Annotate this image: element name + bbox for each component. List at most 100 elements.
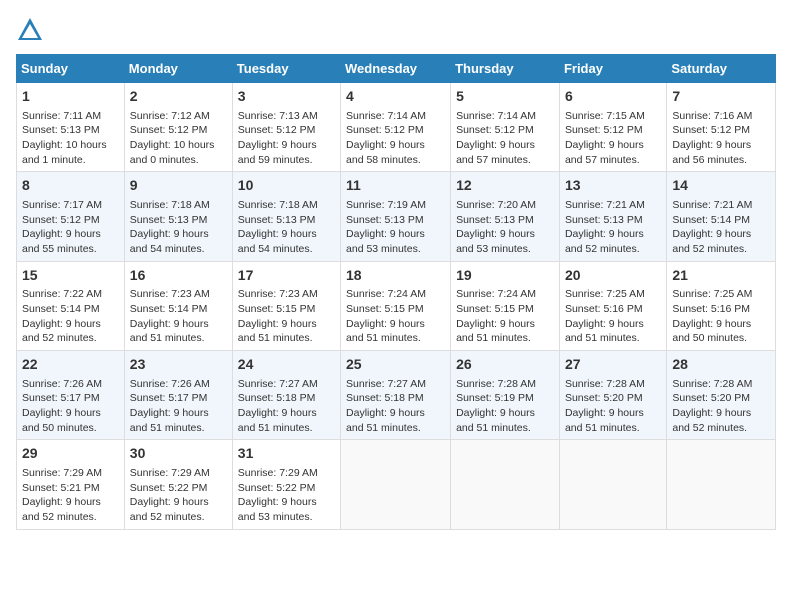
calendar-cell: 14Sunrise: 7:21 AM Sunset: 5:14 PM Dayli…: [667, 172, 776, 261]
day-number: 17: [238, 266, 335, 286]
calendar-cell: 27Sunrise: 7:28 AM Sunset: 5:20 PM Dayli…: [559, 351, 666, 440]
logo: [16, 16, 48, 44]
weekday-header-thursday: Thursday: [451, 55, 560, 83]
calendar-cell: 13Sunrise: 7:21 AM Sunset: 5:13 PM Dayli…: [559, 172, 666, 261]
day-info: Sunrise: 7:23 AM Sunset: 5:14 PM Dayligh…: [130, 287, 227, 346]
day-number: 16: [130, 266, 227, 286]
day-info: Sunrise: 7:29 AM Sunset: 5:22 PM Dayligh…: [130, 466, 227, 525]
calendar-cell: 22Sunrise: 7:26 AM Sunset: 5:17 PM Dayli…: [17, 351, 125, 440]
day-info: Sunrise: 7:21 AM Sunset: 5:14 PM Dayligh…: [672, 198, 770, 257]
calendar-cell: [451, 440, 560, 529]
calendar-week-row: 8Sunrise: 7:17 AM Sunset: 5:12 PM Daylig…: [17, 172, 776, 261]
day-number: 31: [238, 444, 335, 464]
calendar-header-row: SundayMondayTuesdayWednesdayThursdayFrid…: [17, 55, 776, 83]
day-info: Sunrise: 7:14 AM Sunset: 5:12 PM Dayligh…: [456, 109, 554, 168]
day-number: 14: [672, 176, 770, 196]
day-info: Sunrise: 7:17 AM Sunset: 5:12 PM Dayligh…: [22, 198, 119, 257]
page-header: [16, 16, 776, 44]
day-number: 9: [130, 176, 227, 196]
calendar-table: SundayMondayTuesdayWednesdayThursdayFrid…: [16, 54, 776, 530]
calendar-cell: 15Sunrise: 7:22 AM Sunset: 5:14 PM Dayli…: [17, 261, 125, 350]
calendar-cell: 16Sunrise: 7:23 AM Sunset: 5:14 PM Dayli…: [124, 261, 232, 350]
calendar-cell: 26Sunrise: 7:28 AM Sunset: 5:19 PM Dayli…: [451, 351, 560, 440]
calendar-cell: 23Sunrise: 7:26 AM Sunset: 5:17 PM Dayli…: [124, 351, 232, 440]
calendar-week-row: 29Sunrise: 7:29 AM Sunset: 5:21 PM Dayli…: [17, 440, 776, 529]
calendar-cell: 11Sunrise: 7:19 AM Sunset: 5:13 PM Dayli…: [341, 172, 451, 261]
calendar-cell: 8Sunrise: 7:17 AM Sunset: 5:12 PM Daylig…: [17, 172, 125, 261]
day-number: 3: [238, 87, 335, 107]
calendar-week-row: 15Sunrise: 7:22 AM Sunset: 5:14 PM Dayli…: [17, 261, 776, 350]
weekday-header-monday: Monday: [124, 55, 232, 83]
day-number: 10: [238, 176, 335, 196]
calendar-cell: 21Sunrise: 7:25 AM Sunset: 5:16 PM Dayli…: [667, 261, 776, 350]
day-info: Sunrise: 7:24 AM Sunset: 5:15 PM Dayligh…: [456, 287, 554, 346]
day-info: Sunrise: 7:18 AM Sunset: 5:13 PM Dayligh…: [238, 198, 335, 257]
day-info: Sunrise: 7:18 AM Sunset: 5:13 PM Dayligh…: [130, 198, 227, 257]
calendar-week-row: 1Sunrise: 7:11 AM Sunset: 5:13 PM Daylig…: [17, 83, 776, 172]
day-info: Sunrise: 7:13 AM Sunset: 5:12 PM Dayligh…: [238, 109, 335, 168]
calendar-cell: 29Sunrise: 7:29 AM Sunset: 5:21 PM Dayli…: [17, 440, 125, 529]
day-info: Sunrise: 7:26 AM Sunset: 5:17 PM Dayligh…: [130, 377, 227, 436]
day-number: 4: [346, 87, 445, 107]
day-info: Sunrise: 7:23 AM Sunset: 5:15 PM Dayligh…: [238, 287, 335, 346]
day-number: 24: [238, 355, 335, 375]
day-number: 19: [456, 266, 554, 286]
calendar-cell: 30Sunrise: 7:29 AM Sunset: 5:22 PM Dayli…: [124, 440, 232, 529]
calendar-cell: 25Sunrise: 7:27 AM Sunset: 5:18 PM Dayli…: [341, 351, 451, 440]
calendar-week-row: 22Sunrise: 7:26 AM Sunset: 5:17 PM Dayli…: [17, 351, 776, 440]
weekday-header-friday: Friday: [559, 55, 666, 83]
day-number: 18: [346, 266, 445, 286]
day-number: 2: [130, 87, 227, 107]
day-info: Sunrise: 7:29 AM Sunset: 5:21 PM Dayligh…: [22, 466, 119, 525]
day-number: 11: [346, 176, 445, 196]
day-info: Sunrise: 7:27 AM Sunset: 5:18 PM Dayligh…: [346, 377, 445, 436]
calendar-cell: 28Sunrise: 7:28 AM Sunset: 5:20 PM Dayli…: [667, 351, 776, 440]
day-number: 22: [22, 355, 119, 375]
calendar-cell: 19Sunrise: 7:24 AM Sunset: 5:15 PM Dayli…: [451, 261, 560, 350]
day-info: Sunrise: 7:25 AM Sunset: 5:16 PM Dayligh…: [565, 287, 661, 346]
day-info: Sunrise: 7:29 AM Sunset: 5:22 PM Dayligh…: [238, 466, 335, 525]
day-number: 12: [456, 176, 554, 196]
day-info: Sunrise: 7:20 AM Sunset: 5:13 PM Dayligh…: [456, 198, 554, 257]
calendar-cell: 31Sunrise: 7:29 AM Sunset: 5:22 PM Dayli…: [232, 440, 340, 529]
day-number: 20: [565, 266, 661, 286]
calendar-cell: 4Sunrise: 7:14 AM Sunset: 5:12 PM Daylig…: [341, 83, 451, 172]
weekday-header-saturday: Saturday: [667, 55, 776, 83]
calendar-cell: 10Sunrise: 7:18 AM Sunset: 5:13 PM Dayli…: [232, 172, 340, 261]
day-number: 23: [130, 355, 227, 375]
day-info: Sunrise: 7:24 AM Sunset: 5:15 PM Dayligh…: [346, 287, 445, 346]
calendar-cell: 5Sunrise: 7:14 AM Sunset: 5:12 PM Daylig…: [451, 83, 560, 172]
day-number: 26: [456, 355, 554, 375]
day-info: Sunrise: 7:27 AM Sunset: 5:18 PM Dayligh…: [238, 377, 335, 436]
day-number: 25: [346, 355, 445, 375]
day-info: Sunrise: 7:26 AM Sunset: 5:17 PM Dayligh…: [22, 377, 119, 436]
day-number: 5: [456, 87, 554, 107]
calendar-cell: 2Sunrise: 7:12 AM Sunset: 5:12 PM Daylig…: [124, 83, 232, 172]
day-info: Sunrise: 7:28 AM Sunset: 5:20 PM Dayligh…: [565, 377, 661, 436]
calendar-cell: 17Sunrise: 7:23 AM Sunset: 5:15 PM Dayli…: [232, 261, 340, 350]
day-number: 29: [22, 444, 119, 464]
day-number: 15: [22, 266, 119, 286]
day-number: 8: [22, 176, 119, 196]
day-number: 6: [565, 87, 661, 107]
day-info: Sunrise: 7:28 AM Sunset: 5:20 PM Dayligh…: [672, 377, 770, 436]
calendar-cell: [341, 440, 451, 529]
weekday-header-wednesday: Wednesday: [341, 55, 451, 83]
calendar-cell: 20Sunrise: 7:25 AM Sunset: 5:16 PM Dayli…: [559, 261, 666, 350]
day-number: 13: [565, 176, 661, 196]
calendar-cell: [559, 440, 666, 529]
weekday-header-tuesday: Tuesday: [232, 55, 340, 83]
day-info: Sunrise: 7:15 AM Sunset: 5:12 PM Dayligh…: [565, 109, 661, 168]
day-info: Sunrise: 7:25 AM Sunset: 5:16 PM Dayligh…: [672, 287, 770, 346]
calendar-cell: 1Sunrise: 7:11 AM Sunset: 5:13 PM Daylig…: [17, 83, 125, 172]
day-info: Sunrise: 7:21 AM Sunset: 5:13 PM Dayligh…: [565, 198, 661, 257]
day-info: Sunrise: 7:28 AM Sunset: 5:19 PM Dayligh…: [456, 377, 554, 436]
day-number: 27: [565, 355, 661, 375]
day-number: 28: [672, 355, 770, 375]
day-info: Sunrise: 7:12 AM Sunset: 5:12 PM Dayligh…: [130, 109, 227, 168]
calendar-cell: 3Sunrise: 7:13 AM Sunset: 5:12 PM Daylig…: [232, 83, 340, 172]
day-info: Sunrise: 7:22 AM Sunset: 5:14 PM Dayligh…: [22, 287, 119, 346]
calendar-cell: 7Sunrise: 7:16 AM Sunset: 5:12 PM Daylig…: [667, 83, 776, 172]
day-info: Sunrise: 7:19 AM Sunset: 5:13 PM Dayligh…: [346, 198, 445, 257]
day-info: Sunrise: 7:14 AM Sunset: 5:12 PM Dayligh…: [346, 109, 445, 168]
